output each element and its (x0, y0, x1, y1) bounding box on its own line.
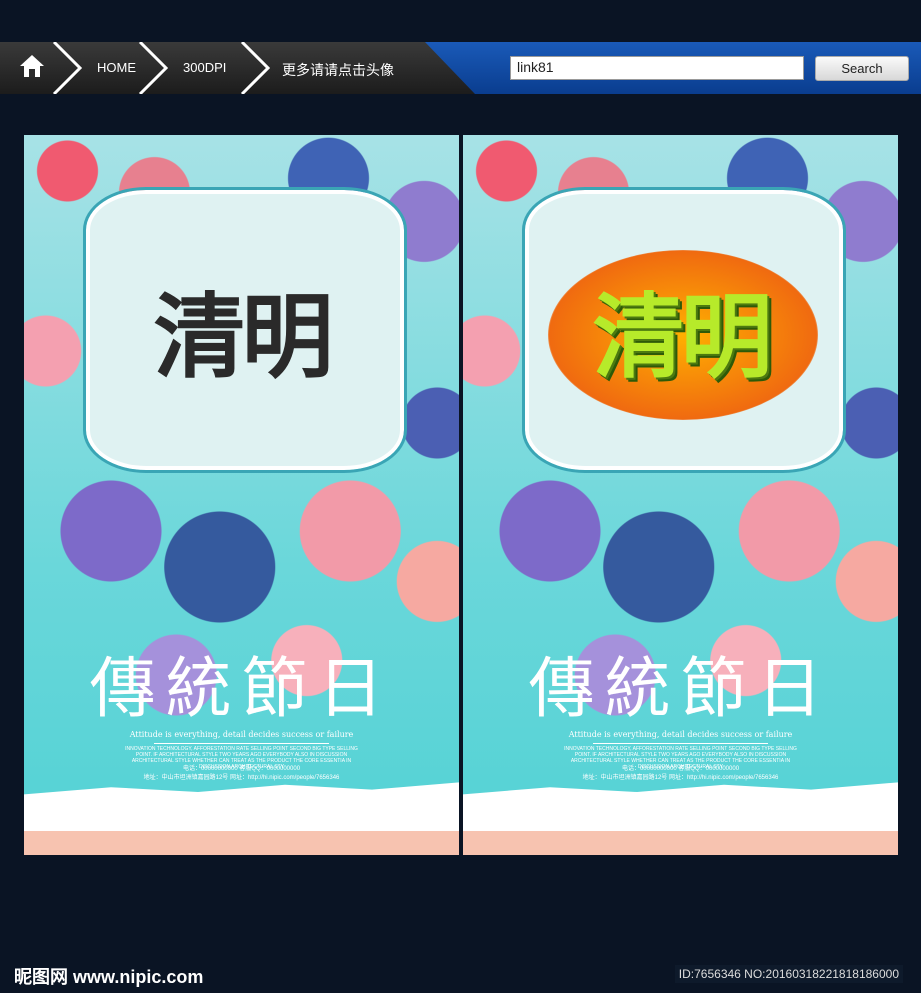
nipic-logo: 昵图网 www.nipic.com (14, 967, 204, 987)
search-input[interactable]: link81 (510, 56, 804, 80)
white-brush-stroke (24, 782, 459, 828)
poster-phone: 电话：00000000000 客服QQ：0000000000 (621, 766, 740, 772)
poster-tagline: Attitude is everything, detail decides s… (568, 730, 793, 739)
chevron-right-icon (52, 42, 82, 94)
pink-strip (24, 828, 459, 855)
poster-address: 地址：中山市坦洲镇嘉园路12号 网址：http://hi.nipic.com/p… (582, 775, 779, 781)
breadcrumb-home[interactable]: HOME (97, 60, 136, 75)
breadcrumb-more[interactable]: 更多请请点击头像 (282, 60, 394, 80)
chevron-right-icon (138, 42, 168, 94)
poster-address: 地址：中山市坦洲镇嘉园路12号 网址：http://hi.nipic.com/p… (143, 775, 340, 781)
poster-subtitle: 傳統節日 (89, 650, 394, 727)
search-button[interactable]: Search (815, 56, 909, 81)
image-id: ID:7656346 NO:20160318221818186000 (674, 965, 903, 983)
pink-strip (463, 828, 898, 855)
poster-title: 清明 (592, 283, 772, 391)
home-icon[interactable] (18, 52, 46, 80)
poster-right: 清明 傳統節日 Attitude is everything, detail d… (463, 135, 898, 855)
poster-title: 清明 (153, 283, 333, 391)
poster-phone: 电话：00000000000 客服QQ：0000000000 (182, 766, 301, 772)
divider (154, 743, 329, 744)
poster-tagline: Attitude is everything, detail decides s… (129, 730, 354, 739)
divider (593, 743, 768, 744)
breadcrumb-300dpi[interactable]: 300DPI (183, 60, 226, 75)
poster-left: 清明 傳統節日 Attitude is everything, detail d… (24, 135, 459, 855)
poster-subtitle: 傳統節日 (528, 650, 833, 727)
white-brush-stroke (463, 782, 898, 828)
chevron-right-icon (240, 42, 270, 94)
